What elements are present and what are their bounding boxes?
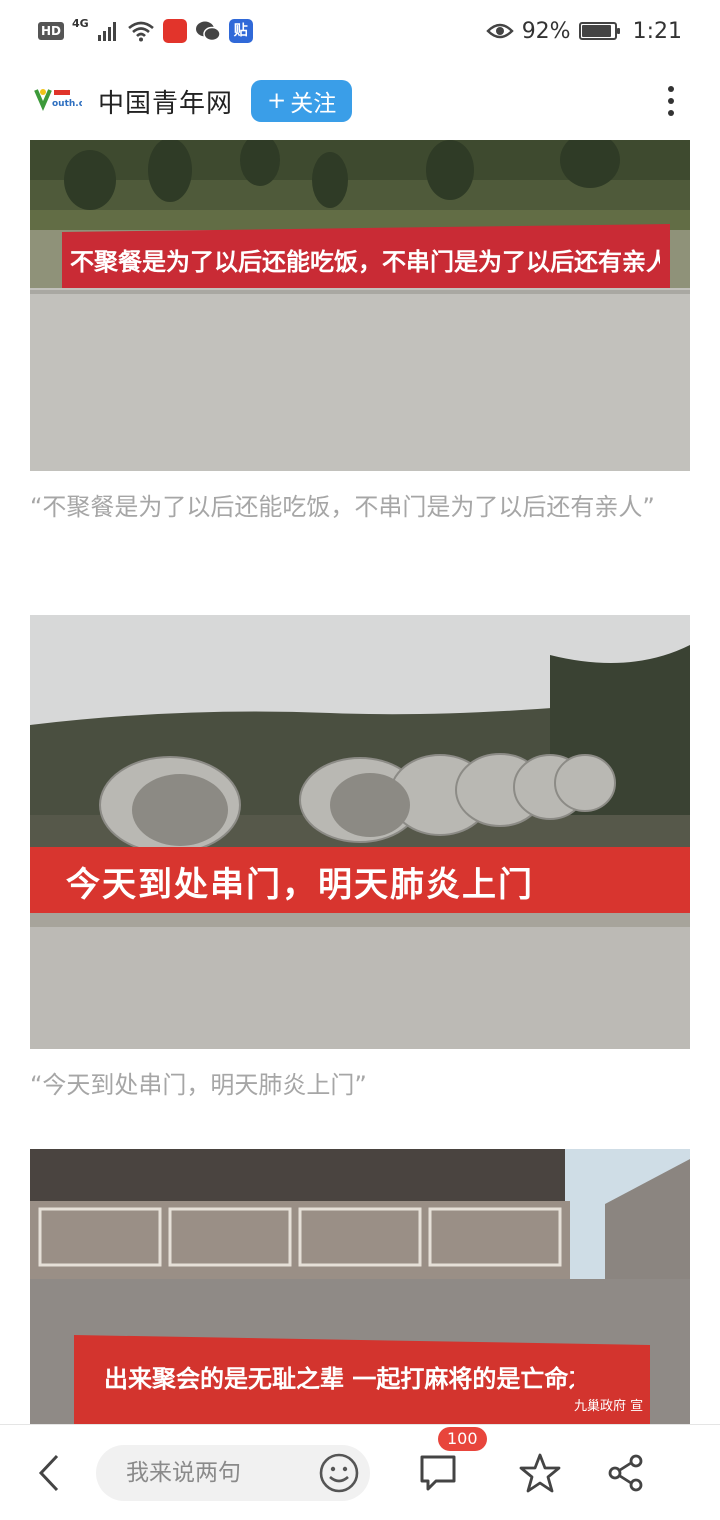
wifi-icon	[127, 21, 154, 42]
wechat-icon	[195, 21, 221, 42]
battery-level	[581, 25, 612, 37]
svg-text:outh.cn: outh.cn	[52, 99, 82, 109]
app-notification-icon	[162, 19, 187, 43]
comment-count-badge: 100	[438, 1426, 487, 1451]
back-icon[interactable]	[24, 1443, 74, 1503]
article-photo-1[interactable]: 不聚餐是为了以后还能吃饭，不串门是为了以后还有亲人	[30, 140, 690, 471]
comment-input[interactable]	[126, 1459, 306, 1486]
hd-badge: HD	[38, 22, 65, 40]
status-right: 92% 1:21	[485, 18, 682, 44]
photo-caption-2: “今天到处串门，明天肺炎上门”	[30, 1071, 367, 1099]
tieba-icon: 贴	[228, 19, 253, 43]
share-icon[interactable]	[606, 1453, 646, 1493]
bottom-action-bar: 100	[0, 1424, 720, 1520]
article-header: outh.cn 中国青年网 + 关注	[0, 70, 720, 132]
comment-icon	[420, 1455, 456, 1490]
banner-text-2: 今天到处串门，明天肺炎上门	[66, 865, 534, 905]
comments-button[interactable]: 100	[416, 1426, 487, 1495]
clock: 1:21	[632, 18, 682, 44]
photo-caption-1: “不聚餐是为了以后还能吃饭，不串门是为了以后还有亲人”	[30, 493, 655, 521]
publisher-name[interactable]: 中国青年网	[98, 83, 233, 120]
signal-icon	[97, 22, 116, 41]
banner-text-3: 出来聚会的是无耻之辈 一起打麻将的是亡命之徒	[104, 1365, 574, 1393]
status-left: HD 4G 贴	[38, 16, 253, 43]
network-type: 4G	[72, 16, 89, 30]
article-photo-2[interactable]: 今天到处串门，明天肺炎上门	[30, 615, 690, 1049]
comment-input-box[interactable]	[96, 1444, 370, 1501]
eye-icon	[485, 23, 514, 39]
follow-button[interactable]: + 关注	[251, 80, 353, 122]
plus-icon: +	[267, 88, 287, 114]
follow-label: 关注	[290, 91, 337, 117]
star-icon[interactable]	[518, 1451, 562, 1495]
banner-text-1: 不聚餐是为了以后还能吃饭，不串门是为了以后还有亲人	[70, 248, 660, 276]
publisher-logo[interactable]: outh.cn	[34, 86, 82, 116]
battery-percent: 92%	[521, 18, 571, 44]
banner-sign-3: 九巢政府 宣	[574, 1399, 644, 1414]
status-bar: HD 4G 贴 92% 1:21	[0, 0, 720, 62]
emoji-icon[interactable]	[318, 1452, 360, 1494]
article-photo-3[interactable]: 出来聚会的是无耻之辈 一起打麻将的是亡命之徒 九巢政府 宣	[30, 1149, 690, 1424]
battery-icon	[578, 22, 620, 40]
more-icon[interactable]	[656, 81, 686, 121]
